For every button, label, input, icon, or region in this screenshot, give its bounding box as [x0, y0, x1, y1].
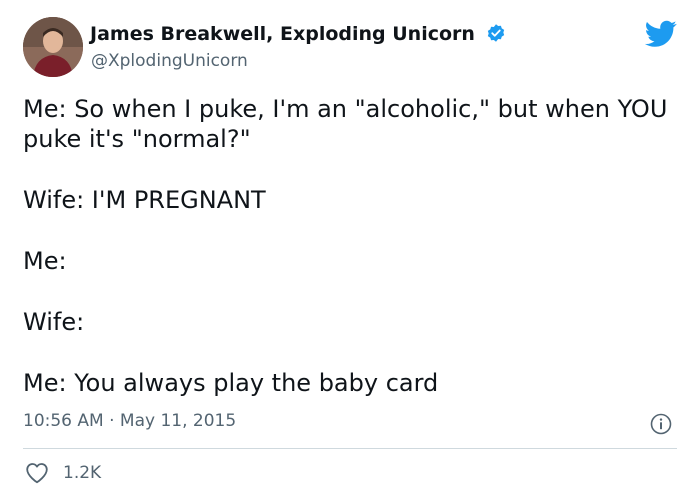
- tweet-line: Wife: I'M PREGNANT: [23, 186, 266, 214]
- tweet-line: Me: You always play the baby card: [23, 369, 439, 397]
- tweet-card: James Breakwell, Exploding Unicorn @Xplo…: [0, 0, 700, 503]
- tweet-line: Wife:: [23, 308, 85, 336]
- author-handle[interactable]: @XplodingUnicorn: [91, 51, 248, 71]
- divider: [23, 448, 677, 449]
- like-count: 1.2K: [63, 463, 102, 483]
- heart-icon[interactable]: [25, 462, 49, 484]
- info-icon[interactable]: [649, 412, 673, 436]
- verified-badge-icon: [487, 24, 504, 42]
- author-display-name[interactable]: James Breakwell, Exploding Unicorn: [90, 23, 506, 45]
- twitter-bird-icon[interactable]: [645, 20, 677, 48]
- avatar[interactable]: [23, 17, 83, 77]
- like-action[interactable]: 1.2K: [25, 462, 101, 484]
- tweet-line: Me: So when I puke, I'm an "alcoholic," …: [23, 95, 676, 153]
- author-name-text: James Breakwell, Exploding Unicorn: [90, 23, 475, 45]
- tweet-text: Me: So when I puke, I'm an "alcoholic," …: [23, 94, 683, 398]
- tweet-line: Me:: [23, 247, 67, 275]
- tweet-timestamp[interactable]: 10:56 AM · May 11, 2015: [23, 411, 236, 431]
